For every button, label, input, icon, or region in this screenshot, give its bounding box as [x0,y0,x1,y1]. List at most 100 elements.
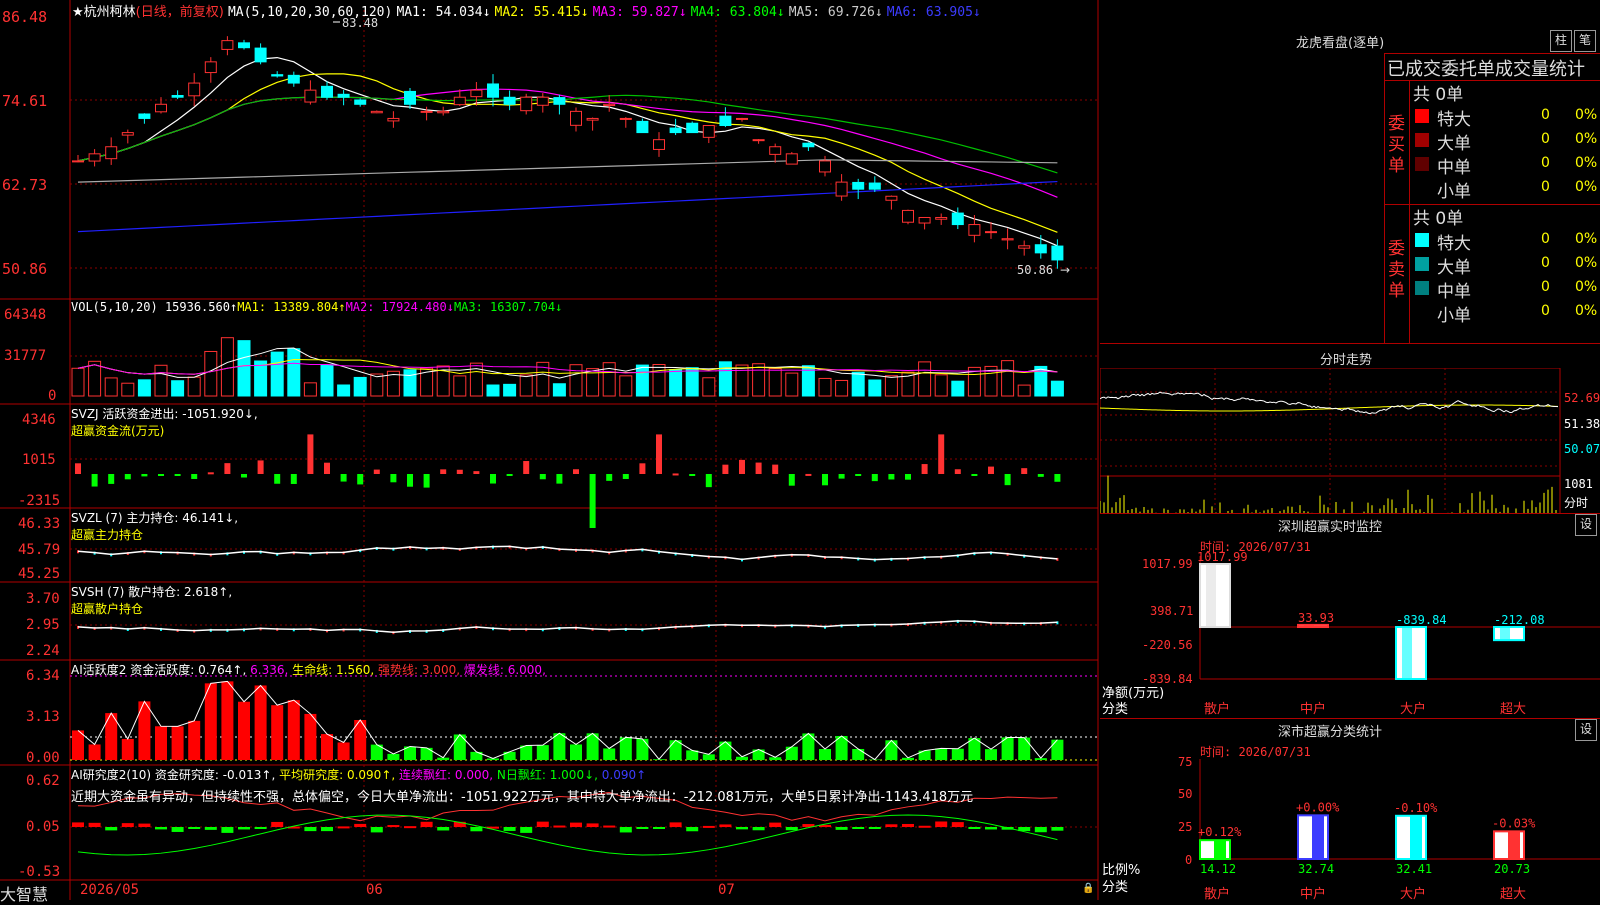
candle-body[interactable] [1035,245,1046,253]
candle-body[interactable] [986,232,997,233]
research-bar [769,823,781,827]
candle-body[interactable] [355,100,366,104]
candle-body[interactable] [106,147,117,159]
candle-body[interactable] [1002,239,1013,240]
candle-body[interactable] [205,62,216,73]
candle-body[interactable] [637,121,648,132]
candle-body[interactable] [139,114,150,118]
candle-body[interactable] [488,84,499,97]
research-axis-2: 0.05 [26,819,60,835]
candle-body[interactable] [222,41,233,50]
candle-body[interactable] [687,123,698,132]
tick-view-button[interactable]: 笔 [1574,30,1596,52]
candle-body[interactable] [869,183,880,189]
lock-icon[interactable]: 🔒 [1082,883,1094,894]
candle-body[interactable] [670,128,681,133]
buy-type: 中单 [1437,153,1471,178]
candle-body[interactable] [122,133,133,136]
candle-body[interactable] [255,48,266,62]
candle-body[interactable] [156,104,167,111]
candle-body[interactable] [620,118,631,119]
candle-body[interactable] [288,75,299,83]
candle-body[interactable] [421,111,432,112]
candle-body[interactable] [886,196,897,200]
favorite-star-icon[interactable]: ★ [72,5,84,20]
candle-body[interactable] [654,140,665,150]
flow-axis-2: 1015 [22,452,56,468]
candle-body[interactable] [703,126,714,138]
candle-body[interactable] [952,213,963,224]
research-bar [686,827,698,831]
sell-volume: 0 [1541,303,1550,319]
candle-body[interactable] [919,217,930,223]
candle-body[interactable] [537,97,548,105]
candle-body[interactable] [454,97,465,104]
research-bar [138,824,150,827]
research-comment: 近期大资金虽有异动，但持续性不强，总体偏空，今日大单净流出：-1051.922万… [71,786,973,805]
candle-body[interactable] [903,210,914,222]
min-arrow: → [1060,263,1070,277]
candle-body[interactable] [338,94,349,97]
candles[interactable] [73,36,1063,269]
candle-body[interactable] [803,143,814,147]
candle-body[interactable] [388,118,399,120]
flow-bar [374,470,380,474]
candle-body[interactable] [322,86,333,97]
candle-body[interactable] [73,161,84,162]
flow-bar [656,434,662,474]
research-bar [553,826,565,828]
sell-percent: 0% [1575,303,1597,319]
candle-body[interactable] [504,97,515,104]
bar-view-button[interactable]: 柱 [1550,30,1572,52]
candle-body[interactable] [1052,246,1063,260]
activity-bar [421,748,433,760]
svsh-axis-1: 3.70 [26,591,60,607]
candle-body[interactable] [189,83,200,96]
buy-type: 特大 [1437,105,1471,130]
candle-body[interactable] [554,98,565,105]
sell-swatch [1415,281,1429,295]
candle-body[interactable] [587,118,598,120]
research-bar [935,821,947,827]
class-cat-2: 中户 [1300,883,1326,902]
candle-body[interactable] [172,96,183,98]
candle-body[interactable] [521,97,532,110]
volume-bar [354,377,366,396]
candle-body[interactable] [604,104,615,105]
candle-body[interactable] [753,140,764,141]
flow-bar [175,474,181,476]
candle-body[interactable] [836,182,847,196]
activity-bar [188,721,200,760]
candle-body[interactable] [405,91,416,104]
volume-bar [520,375,532,396]
candle-body[interactable] [936,217,947,219]
sell-swatch [1415,257,1429,271]
intraday-chart[interactable] [1100,368,1600,514]
candle-body[interactable] [239,43,250,48]
candle-body[interactable] [853,182,864,189]
flow-bar [756,463,762,474]
main-chart-svg[interactable]: 83.48 50.86 → [0,0,1100,900]
candle-body[interactable] [720,116,731,125]
candle-body[interactable] [820,161,831,172]
svzl-subtitle: 超赢主力持仓 [71,526,238,543]
candle-body[interactable] [1019,246,1030,248]
candle-body[interactable] [438,111,449,112]
candle-body[interactable] [737,118,748,119]
flow-bar [440,469,446,474]
adjust-mode[interactable]: (日线，前复权) [136,5,224,20]
volume-bar [205,351,217,396]
candle-body[interactable] [272,75,283,76]
candle-body[interactable] [786,154,797,164]
flow-bar [706,474,712,487]
research-bar [670,822,682,827]
flow-bar [938,434,944,474]
candle-body[interactable] [371,111,382,112]
candle-body[interactable] [571,111,582,125]
candle-body[interactable] [471,90,482,96]
candle-body[interactable] [89,154,100,161]
stock-name[interactable]: 杭州柯林 [84,5,136,20]
candle-body[interactable] [305,90,316,102]
candle-body[interactable] [969,225,980,236]
candle-body[interactable] [770,147,781,155]
